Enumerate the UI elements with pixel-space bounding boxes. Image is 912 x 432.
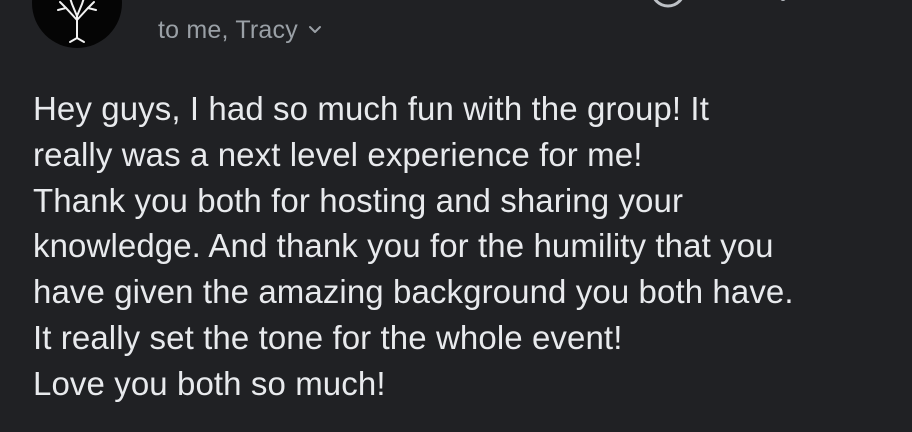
sender-avatar[interactable]	[32, 0, 122, 48]
message-line: knowledge. And thank you for the humilit…	[33, 227, 774, 265]
message-line: Hey guys, I had so much fun with the gro…	[33, 90, 709, 127]
message-line: It really set the tone for the whole eve…	[33, 318, 623, 356]
message-line: Love you both so much!	[33, 364, 386, 402]
message-line: really was a next level experience for m…	[33, 135, 643, 173]
chevron-down-icon	[308, 25, 322, 35]
recipients-label: to me, Tracy	[158, 15, 298, 44]
message-line: Thank you both for hosting and sharing y…	[33, 181, 684, 219]
circle-icon[interactable]	[648, 0, 688, 10]
tree-icon	[57, 0, 97, 43]
message-body: Hey guys, I had so much fun with the gro…	[33, 86, 903, 407]
message-line: have given the amazing background you bo…	[33, 273, 794, 311]
recipients-toggle[interactable]: to me, Tracy	[158, 13, 322, 47]
more-icon[interactable]	[776, 0, 790, 4]
